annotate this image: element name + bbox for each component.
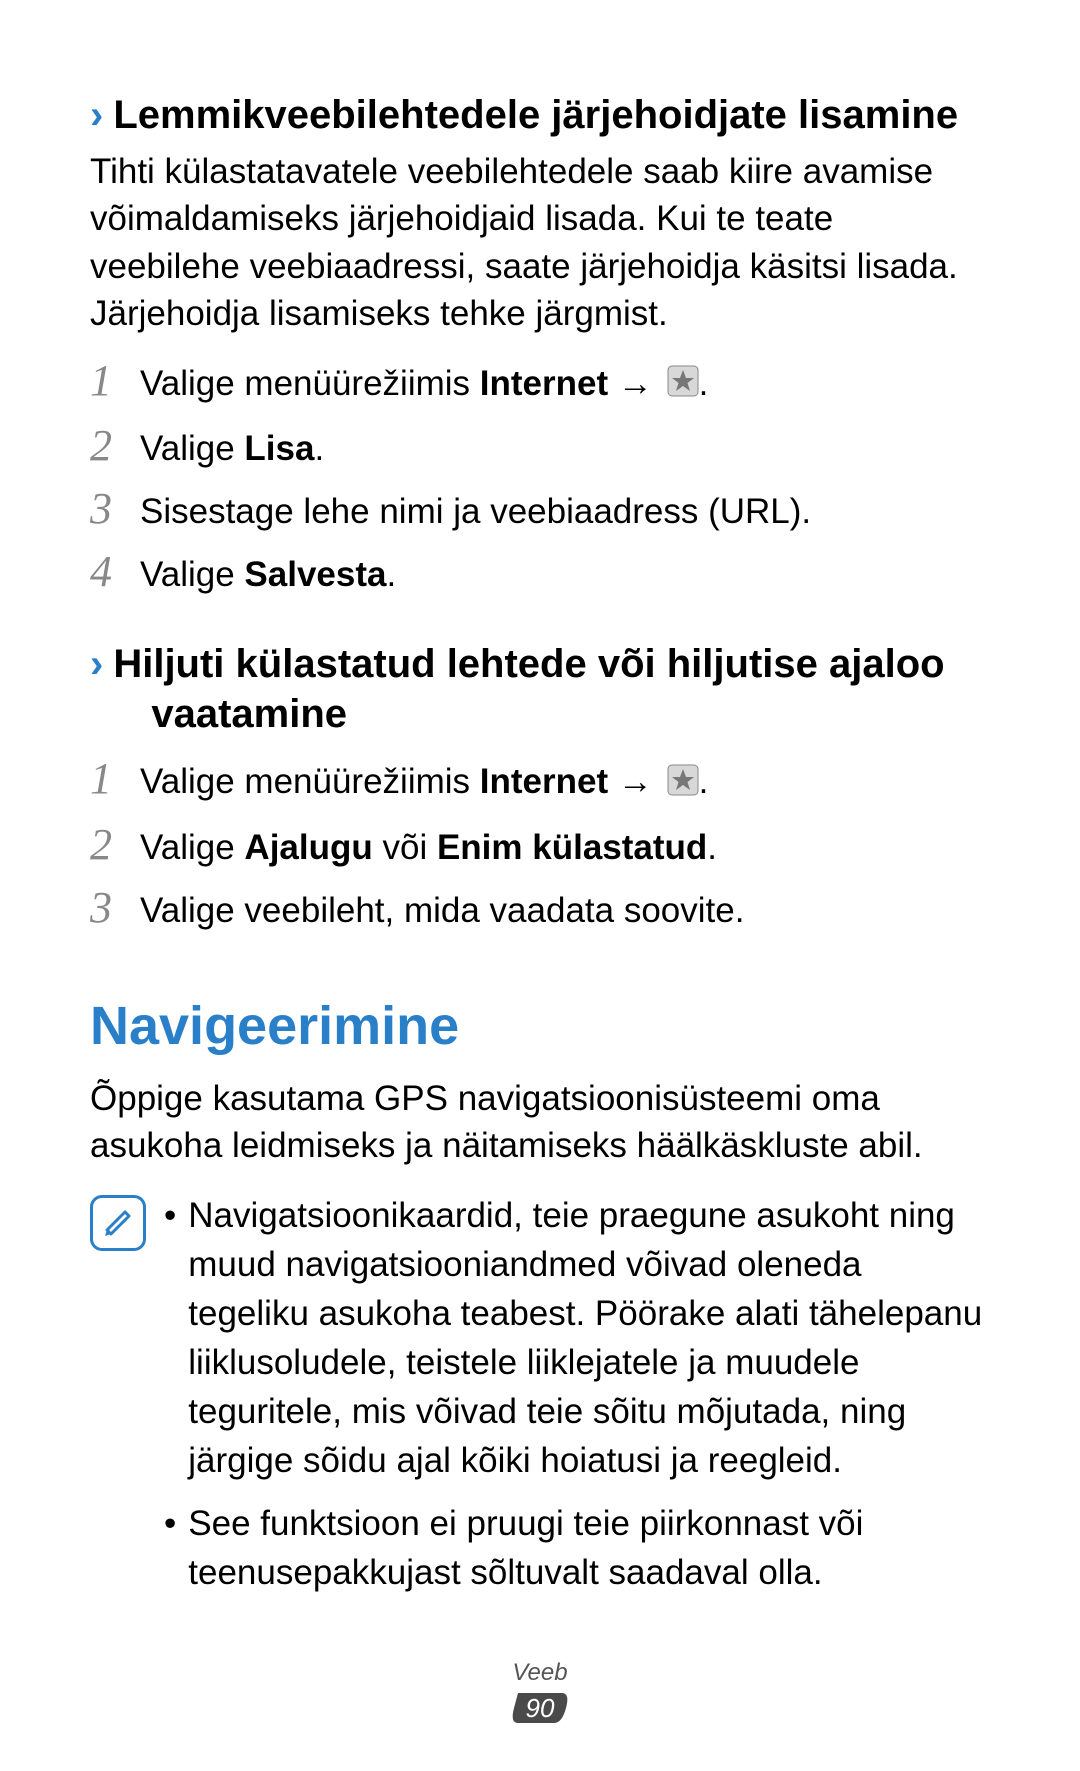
bullet-text: See funktsioon ei pruugi teie piirkonnas… (188, 1499, 990, 1597)
list-item: 4 Valige Salvesta. (90, 550, 990, 599)
step-number: 1 (90, 359, 140, 403)
chevron-right-icon: › (90, 90, 103, 140)
info-box: • Navigatsioonikaardid, teie praegune as… (90, 1191, 990, 1611)
section-heading-text: Lemmikveebilehtedele järjehoidjate lisam… (113, 90, 958, 140)
chevron-right-icon: › (90, 639, 103, 689)
bullet-item: • Navigatsioonikaardid, teie praegune as… (164, 1191, 990, 1485)
footer-section-label: Veeb (0, 1659, 1080, 1687)
main-heading-navigation: Navigeerimine (90, 995, 990, 1057)
step-text: Sisestage lehe nimi ja veebiaadress (URL… (140, 487, 990, 536)
bullet-text: Navigatsioonikaardid, teie praegune asuk… (188, 1191, 990, 1485)
numbered-list: 1 Valige menüürežiimis Internet → . 2 Va… (90, 359, 990, 599)
list-item: 2 Valige Ajalugu või Enim külastatud. (90, 823, 990, 872)
star-icon (667, 361, 699, 410)
bullet-list: • Navigatsioonikaardid, teie praegune as… (164, 1191, 990, 1611)
step-number: 1 (90, 757, 140, 801)
section-heading-history: › Hiljuti külastatud lehtede või hiljuti… (90, 639, 990, 739)
step-text: Valige Ajalugu või Enim külastatud. (140, 823, 990, 872)
step-number: 2 (90, 424, 140, 468)
page-number-badge: 90 (510, 1689, 570, 1727)
document-page: › Lemmikveebilehtedele järjehoidjate lis… (0, 0, 1080, 1671)
list-item: 2 Valige Lisa. (90, 424, 990, 473)
section-heading-bookmarks: › Lemmikveebilehtedele järjehoidjate lis… (90, 90, 990, 140)
bullet-dot-icon: • (164, 1191, 176, 1485)
numbered-list: 1 Valige menüürežiimis Internet → . 2 Va… (90, 757, 990, 934)
list-item: 1 Valige menüürežiimis Internet → . (90, 757, 990, 808)
step-number: 4 (90, 550, 140, 594)
step-text: Valige Salvesta. (140, 550, 990, 599)
star-icon (667, 760, 699, 809)
section-heading-text: Hiljuti külastatud lehtede või hiljutise… (113, 639, 944, 739)
page-footer: Veeb 90 (0, 1659, 1080, 1727)
step-text: Valige menüürežiimis Internet → . (140, 757, 990, 808)
list-item: 1 Valige menüürežiimis Internet → . (90, 359, 990, 410)
page-number: 90 (526, 1693, 555, 1723)
section-intro: Tihti külastatavatele veebilehtedele saa… (90, 148, 990, 337)
bullet-item: • See funktsioon ei pruugi teie piirkonn… (164, 1499, 990, 1597)
note-icon (90, 1195, 146, 1251)
bullet-dot-icon: • (164, 1499, 176, 1597)
step-text: Valige veebileht, mida vaadata soovite. (140, 886, 990, 935)
step-number: 3 (90, 487, 140, 531)
main-intro: Õppige kasutama GPS navigatsioonisüsteem… (90, 1075, 990, 1170)
list-item: 3 Valige veebileht, mida vaadata soovite… (90, 886, 990, 935)
list-item: 3 Sisestage lehe nimi ja veebiaadress (U… (90, 487, 990, 536)
step-text: Valige Lisa. (140, 424, 990, 473)
step-number: 3 (90, 886, 140, 930)
step-number: 2 (90, 823, 140, 867)
step-text: Valige menüürežiimis Internet → . (140, 359, 990, 410)
